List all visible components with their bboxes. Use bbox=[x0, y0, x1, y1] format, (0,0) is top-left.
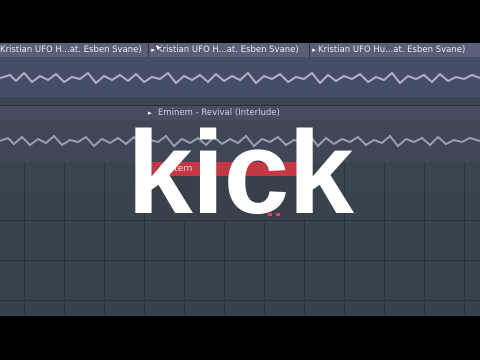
audio-clip-header[interactable]: ▸ Kristian UFO H...at. Esben Svane) bbox=[149, 43, 310, 57]
audio-clip-label: Kristian UFO H...at. Esben Svane) bbox=[157, 45, 299, 55]
caption-overlay: kick bbox=[127, 107, 354, 239]
letterbox-top bbox=[0, 0, 480, 43]
audio-clip-header[interactable]: Kristian UFO H...at. Esben Svane) bbox=[0, 43, 149, 57]
video-frame: Kristian UFO H...at. Esben Svane) ▸ Krist… bbox=[0, 0, 480, 360]
clip-arrow-icon: ▸ bbox=[312, 46, 316, 54]
audio-clip-header[interactable]: ▸ Kristian UFO Hu...at. Esben Svane) bbox=[310, 43, 480, 57]
letterbox-bottom bbox=[0, 316, 480, 360]
mouse-cursor-icon bbox=[154, 43, 164, 53]
waveform bbox=[0, 67, 480, 89]
audio-clip-label: Kristian UFO Hu...at. Esben Svane) bbox=[318, 45, 466, 55]
audio-clip-label: Kristian UFO H...at. Esben Svane) bbox=[0, 45, 142, 55]
